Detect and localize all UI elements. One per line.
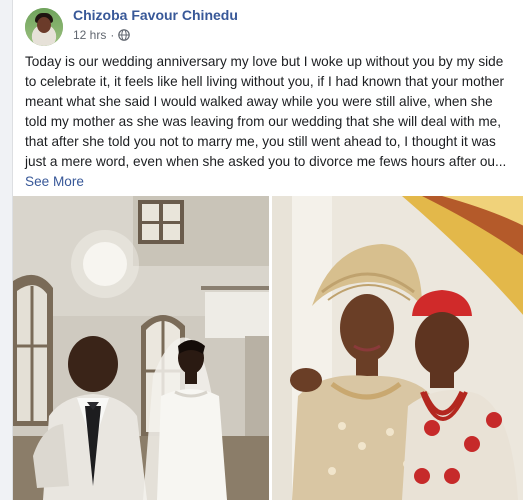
author-avatar[interactable] (25, 8, 63, 46)
photo-traditional-wedding[interactable] (272, 196, 523, 500)
photo-church-wedding[interactable] (13, 196, 269, 500)
post-timestamp[interactable]: 12 hrs (73, 28, 106, 42)
post-meta: 12 hrs · (73, 28, 131, 42)
post-header: Chizoba Favour Chinedu 12 hrs · (13, 0, 523, 50)
post-body: Today is our wedding anniversary my love… (25, 52, 513, 192)
post-photos (13, 196, 523, 500)
post-text: Today is our wedding anniversary my love… (25, 54, 507, 169)
meta-separator: · (110, 28, 115, 42)
see-more-link[interactable]: See More (25, 174, 84, 189)
author-name[interactable]: Chizoba Favour Chinedu (73, 7, 238, 23)
facebook-post: Chizoba Favour Chinedu 12 hrs · Today is… (12, 0, 523, 500)
globe-icon (118, 29, 131, 41)
